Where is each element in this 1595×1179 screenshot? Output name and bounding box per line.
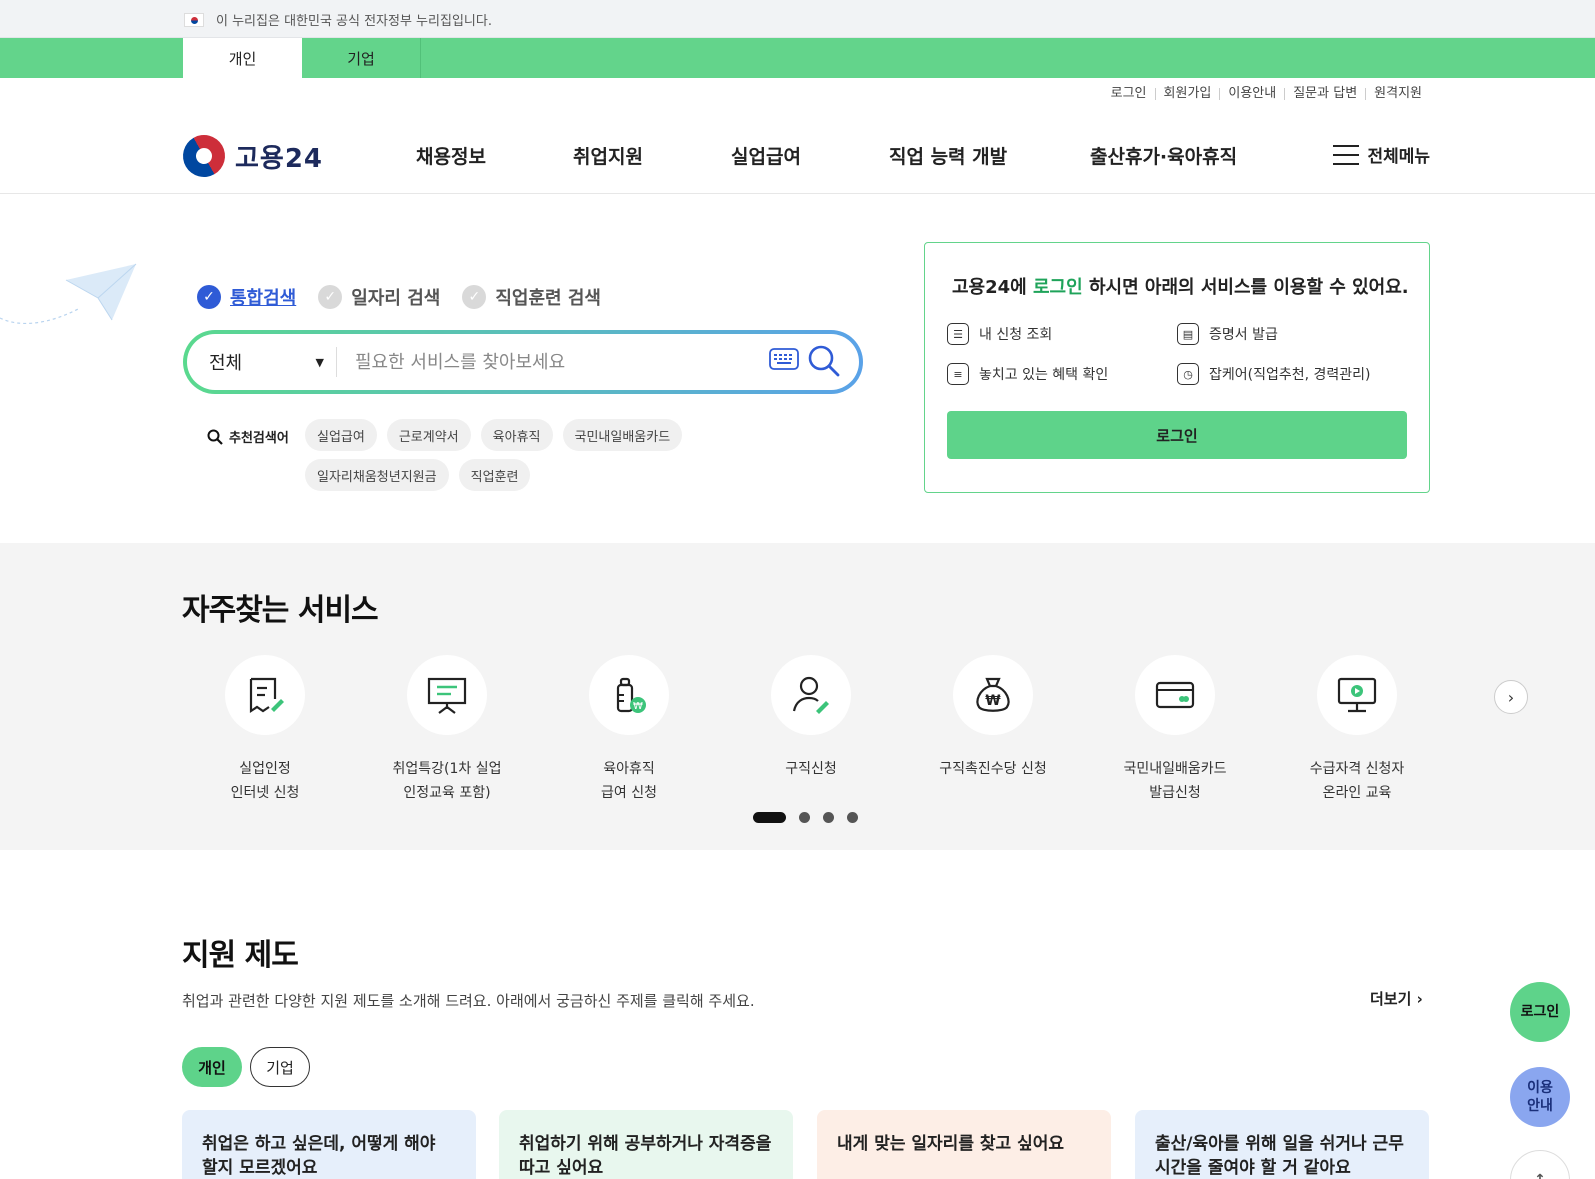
keyword-chip[interactable]: 직업훈련 [458,459,531,491]
arrow-up-icon: ↑ [1534,1171,1546,1179]
util-signup-link[interactable]: 회원가입 [1154,87,1220,100]
carousel-dot[interactable] [847,812,858,823]
taegeuk-logo-icon [175,127,233,185]
service-job-application[interactable]: 구직신청 [726,655,896,781]
money-bag-icon: ₩ [976,677,1010,712]
keyword-chip[interactable]: 국민내일배움카드 [562,419,683,451]
person-pen-icon [792,676,829,714]
search-category-select[interactable]: 전체 ▼ [187,347,337,377]
carousel-dot[interactable] [753,812,786,823]
clipboard-clock-icon: ◷ [1177,363,1199,385]
support-card[interactable]: 취업하기 위해 공부하거나 자격증을 따고 싶어요 [499,1110,793,1179]
credit-card-icon [1155,681,1195,709]
support-tab-business[interactable]: 기업 [250,1047,310,1087]
logo-text: 고용24 [235,143,324,174]
korea-flag-icon [184,12,204,27]
check-circle-icon: ✓ [462,285,487,309]
service-parental-leave-benefit[interactable]: ₩ 육아휴직 급여 신청 [544,655,714,805]
presentation-board-icon [427,677,467,714]
login-button[interactable]: 로그인 [947,411,1407,459]
service-online-education[interactable]: 수급자격 신청자 온라인 교육 [1272,655,1442,805]
printer-icon: ▤ [1177,323,1199,345]
search-box: 전체 ▼ [183,330,863,394]
tab-business[interactable]: 기업 [302,38,421,78]
carousel-next-button[interactable]: › [1494,680,1528,714]
baby-bottle-icon: ₩ [616,677,646,713]
frequent-services-section: 자주찾는 서비스 실업인정 인터넷 신청 취업특강(1차 실업 인정교육 포함)… [0,543,1595,850]
util-login-link[interactable]: 로그인 [1103,87,1155,100]
carousel-dot[interactable] [799,812,810,823]
search-option-jobs[interactable]: ✓ 일자리 검색 [318,284,440,310]
service-certificate[interactable]: ▤ 증명서 발급 [1177,323,1278,345]
login-box-title: 고용24에 로그인 하시면 아래의 서비스를 이용할 수 있어요. [952,277,1409,298]
floating-login-button[interactable]: 로그인 [1510,982,1570,1042]
login-service-box: 고용24에 로그인 하시면 아래의 서비스를 이용할 수 있어요. ☰ 내 신청… [924,242,1430,493]
check-circle-icon: ✓ [197,285,221,309]
hamburger-icon [1333,144,1360,165]
document-search-icon: ≡ [947,363,969,385]
gnb-employment-support[interactable]: 취업지원 [573,142,643,169]
support-tab-personal[interactable]: 개인 [182,1047,242,1087]
util-guide-link[interactable]: 이용안내 [1219,87,1284,100]
chevron-right-icon: › [1507,687,1515,707]
service-unemployment-recognition[interactable]: 실업인정 인터넷 신청 [180,655,350,805]
service-job-promotion-allowance[interactable]: ₩ 구직촉진수당 신청 [908,655,1078,781]
gov-banner: 이 누리집은 대한민국 공식 전자정부 누리집입니다. [0,0,1595,38]
util-qna-link[interactable]: 질문과 답변 [1284,87,1365,100]
keyword-chip[interactable]: 육아휴직 [480,419,553,451]
main-header: 고용24 채용정보 취업지원 실업급여 직업 능력 개발 출산휴가·육아휴직 전… [0,110,1595,194]
support-card[interactable]: 내게 맞는 일자리를 찾고 싶어요 [817,1110,1111,1179]
utility-links: 로그인 회원가입 이용안내 질문과 답변 원격지원 [1103,87,1430,100]
scroll-top-button[interactable]: ↑ [1510,1150,1570,1179]
search-option-integrated[interactable]: ✓ 통합검색 [197,284,296,310]
recommended-label: 추천검색어 [207,427,289,446]
floating-guide-button[interactable]: 이용 안내 [1510,1067,1570,1127]
carousel-pagination [753,812,871,823]
gov-banner-text: 이 누리집은 대한민국 공식 전자정부 누리집입니다. [216,14,492,29]
service-my-application[interactable]: ☰ 내 신청 조회 [947,323,1052,345]
svg-text:₩: ₩ [633,701,643,712]
support-description: 취업과 관련한 다양한 지원 제도를 소개해 드려요. 아래에서 궁금하신 주제… [182,992,755,1010]
user-type-tab-bar: 개인 기업 [0,38,1595,78]
search-icon[interactable] [807,344,841,378]
gnb-parental-leave[interactable]: 출산휴가·육아휴직 [1090,142,1237,169]
keyboard-icon[interactable] [769,348,799,370]
search-option-training[interactable]: ✓ 직업훈련 검색 [462,284,601,310]
svg-text:₩: ₩ [985,693,1001,709]
service-employment-lecture[interactable]: 취업특강(1차 실업 인정교육 포함) [362,655,532,805]
service-missed-benefits[interactable]: ≡ 놓치고 있는 혜택 확인 [947,363,1108,385]
chevron-right-icon: › [1416,990,1423,1008]
support-card[interactable]: 출산/육아를 위해 일을 쉬거나 근무시간을 줄여야 할 거 같아요 [1135,1110,1429,1179]
monitor-play-icon [1337,677,1377,713]
service-jobcare[interactable]: ◷ 잡케어(직업추천, 경력관리) [1177,363,1371,385]
all-menu-button[interactable]: 전체메뉴 [1333,142,1430,167]
check-circle-icon: ✓ [318,285,343,309]
paper-plane-icon [0,263,137,325]
tab-personal[interactable]: 개인 [183,38,302,78]
search-input[interactable] [337,351,737,373]
support-card[interactable]: 취업은 하고 싶은데, 어떻게 해야 할지 모르겠어요 [182,1110,476,1179]
document-pen-icon [249,677,284,714]
support-title: 지원 제도 [182,938,299,973]
util-remote-link[interactable]: 원격지원 [1365,87,1430,100]
checklist-icon: ☰ [947,323,969,345]
carousel-dot[interactable] [823,812,834,823]
site-logo[interactable]: 고용24 [175,127,324,185]
more-link[interactable]: 더보기 › [1370,988,1423,1009]
search-icon [207,429,223,445]
caret-down-icon: ▼ [315,355,324,369]
all-menu-label: 전체메뉴 [1367,147,1430,167]
gnb-unemployment-benefit[interactable]: 실업급여 [731,142,801,169]
service-learning-card[interactable]: 국민내일배움카드 발급신청 [1090,655,1260,805]
gnb-jobs[interactable]: 채용정보 [416,142,486,169]
gnb-skills-development[interactable]: 직업 능력 개발 [889,142,1007,169]
search-type-options: ✓ 통합검색 ✓ 일자리 검색 ✓ 직업훈련 검색 [197,284,623,310]
frequent-services-title: 자주찾는 서비스 [182,593,379,628]
keyword-chip[interactable]: 일자리채움청년지원금 [305,459,449,491]
keyword-chip[interactable]: 실업급여 [305,419,377,451]
keyword-chip[interactable]: 근로계약서 [386,419,471,451]
